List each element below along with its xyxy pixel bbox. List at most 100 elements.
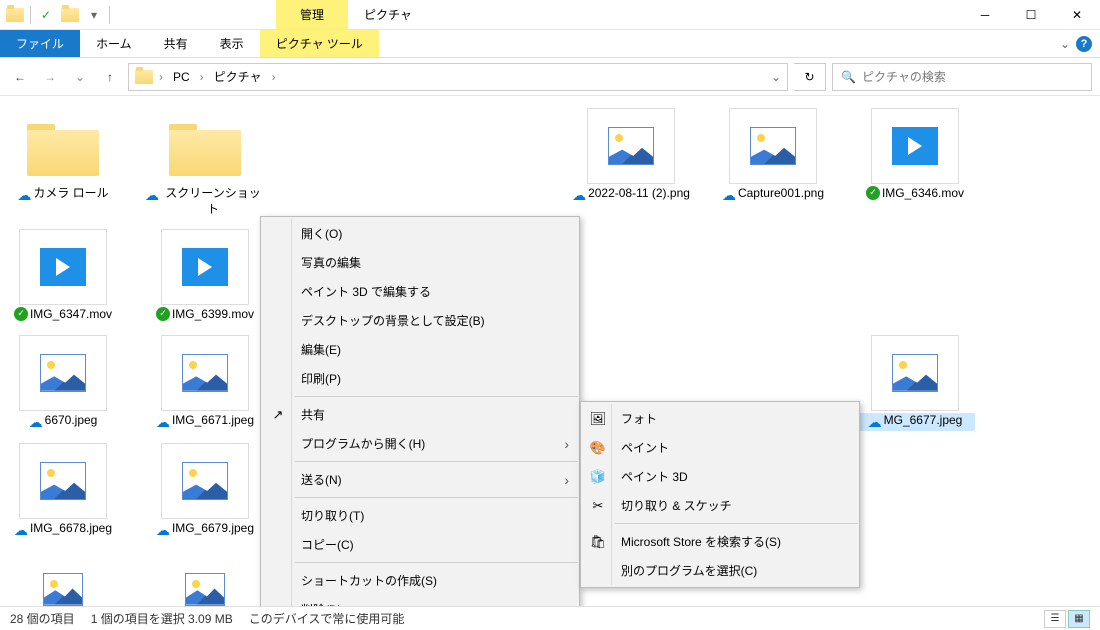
tab-view[interactable]: 表示 xyxy=(204,30,260,57)
file-label: ☁カメラ ロール xyxy=(3,186,123,204)
context-menu-item[interactable]: ペイント 3D で編集する xyxy=(261,277,579,306)
status-bar: 28 個の項目 1 個の項目を選択 3.09 MB このデバイスで常に使用可能 … xyxy=(0,606,1100,630)
store-icon: 🛍 xyxy=(589,533,607,551)
file-grid[interactable]: ☁カメラ ロール ☁スクリーンショット xx ☁2022-08-11 (2).p… xyxy=(0,96,1100,606)
ribbon-tabs: ファイル ホーム 共有 表示 ピクチャ ツール ⌄ ? xyxy=(0,30,1100,58)
context-menu-item[interactable]: 🛍 Microsoft Store を検索する(S) xyxy=(581,527,859,556)
context-menu-item[interactable]: コピー(C) xyxy=(261,530,579,559)
help-icon[interactable]: ? xyxy=(1076,36,1092,52)
cloud-status-icon: ☁ xyxy=(156,413,170,431)
context-menu-item[interactable]: 印刷(P) xyxy=(261,364,579,393)
file-item[interactable]: ☁6670.jpeg xyxy=(8,335,118,431)
file-item[interactable] xyxy=(150,551,260,606)
file-label: ☁IMG_6678.jpeg xyxy=(3,521,123,539)
file-item[interactable]: ☁IMG_6671.jpeg xyxy=(150,335,260,431)
file-label: ☁MG_6677.jpeg xyxy=(855,413,975,431)
menu-separator xyxy=(295,461,578,462)
file-item[interactable]: ✓IMG_6347.mov xyxy=(8,229,118,323)
file-item[interactable]: ☁2022-08-11 (2).png xyxy=(576,108,686,217)
menu-item-label: フォト xyxy=(621,410,657,427)
context-menu-item[interactable]: 🧊 ペイント 3D xyxy=(581,462,859,491)
context-menu-item[interactable]: 切り取り(T) xyxy=(261,501,579,530)
menu-separator xyxy=(295,562,578,563)
file-item[interactable] xyxy=(8,551,118,606)
file-item[interactable]: ☁Capture001.png xyxy=(718,108,828,217)
recent-locations-icon[interactable]: ⌄ xyxy=(68,65,92,89)
back-button[interactable]: ← xyxy=(8,65,32,89)
context-menu-item[interactable]: デスクトップの背景として設定(B) xyxy=(261,306,579,335)
breadcrumb-bar[interactable]: › PC › ピクチャ › ⌄ xyxy=(128,63,788,91)
context-menu-item[interactable]: 編集(E) xyxy=(261,335,579,364)
menu-separator xyxy=(615,523,858,524)
synced-status-icon: ✓ xyxy=(866,186,880,200)
file-item[interactable]: ☁IMG_6679.jpeg xyxy=(150,443,260,539)
tab-picture-tools[interactable]: ピクチャ ツール xyxy=(260,30,379,57)
menu-item-label: ショートカットの作成(S) xyxy=(301,572,437,589)
context-menu: 開く(O) 写真の編集 ペイント 3D で編集する デスクトップの背景として設定… xyxy=(260,216,580,606)
file-label: ☁スクリーンショット xyxy=(145,186,265,217)
menu-item-label: 別のプログラムを選択(C) xyxy=(621,562,757,579)
minimize-button[interactable]: ─ xyxy=(962,0,1008,29)
ribbon-collapse-icon[interactable]: ⌄ xyxy=(1060,37,1070,51)
menu-separator xyxy=(295,497,578,498)
file-item[interactable]: ☁スクリーンショット xyxy=(150,108,260,217)
tab-file[interactable]: ファイル xyxy=(0,30,80,57)
context-menu-item[interactable]: ↗ 共有 xyxy=(261,400,579,429)
chevron-right-icon[interactable]: › xyxy=(270,70,278,84)
open-with-submenu: 🖼 フォト 🎨 ペイント 🧊 ペイント 3D ✂ 切り取り & スケッチ 🛍 M… xyxy=(580,401,860,588)
menu-item-label: デスクトップの背景として設定(B) xyxy=(301,312,485,329)
context-menu-item[interactable]: 削除(D) xyxy=(261,595,579,606)
context-menu-item[interactable]: 開く(O) xyxy=(261,219,579,248)
menu-separator xyxy=(295,396,578,397)
forward-button[interactable]: → xyxy=(38,65,62,89)
paint-icon: 🎨 xyxy=(589,439,607,457)
refresh-button[interactable]: ↻ xyxy=(794,63,826,91)
file-label: ✓IMG_6346.mov xyxy=(855,186,975,202)
menu-item-label: ペイント 3D xyxy=(621,468,688,485)
menu-item-label: 編集(E) xyxy=(301,341,341,358)
context-menu-item[interactable]: 送る(N) xyxy=(261,465,579,494)
view-thumbnails-button[interactable]: ▦ xyxy=(1068,610,1090,628)
file-item[interactable]: ☁IMG_6678.jpeg xyxy=(8,443,118,539)
breadcrumb-pc[interactable]: PC xyxy=(169,70,194,84)
file-item[interactable]: ✓IMG_6399.mov xyxy=(150,229,260,323)
maximize-button[interactable]: ☐ xyxy=(1008,0,1054,29)
address-dropdown-icon[interactable]: ⌄ xyxy=(771,70,781,84)
context-menu-item[interactable]: プログラムから開く(H) xyxy=(261,429,579,458)
context-menu-item[interactable]: 🖼 フォト xyxy=(581,404,859,433)
chevron-right-icon[interactable]: › xyxy=(157,70,165,84)
breadcrumb-pictures[interactable]: ピクチャ xyxy=(210,68,266,85)
file-item[interactable]: ☁MG_6677.jpeg xyxy=(860,335,970,431)
menu-item-label: 写真の編集 xyxy=(301,254,361,271)
cloud-status-icon: ☁ xyxy=(17,186,31,204)
window-title: ピクチャ xyxy=(348,0,412,29)
up-button[interactable]: ↑ xyxy=(98,65,122,89)
context-menu-item[interactable]: 🎨 ペイント xyxy=(581,433,859,462)
qat-properties-icon[interactable]: ✓ xyxy=(35,4,57,26)
menu-item-label: ペイント xyxy=(621,439,669,456)
context-menu-item[interactable]: ショートカットの作成(S) xyxy=(261,566,579,595)
contextual-tab-manage: 管理 xyxy=(276,0,348,29)
context-menu-item[interactable]: 別のプログラムを選択(C) xyxy=(581,556,859,585)
context-menu-item[interactable]: 写真の編集 xyxy=(261,248,579,277)
context-menu-item[interactable]: ✂ 切り取り & スケッチ xyxy=(581,491,859,520)
file-item[interactable]: ☁カメラ ロール xyxy=(8,108,118,217)
cloud-status-icon: ☁ xyxy=(572,186,586,204)
menu-item-label: コピー(C) xyxy=(301,536,354,553)
view-details-button[interactable]: ☰ xyxy=(1044,610,1066,628)
qat-dropdown-icon[interactable]: ▾ xyxy=(83,4,105,26)
file-label: ☁IMG_6671.jpeg xyxy=(145,413,265,431)
status-availability: このデバイスで常に使用可能 xyxy=(249,610,405,627)
title-bar: ✓ ▾ 管理 ピクチャ ─ ☐ ✕ xyxy=(0,0,1100,30)
tab-home[interactable]: ホーム xyxy=(80,30,148,57)
search-box[interactable]: 🔍 ピクチャの検索 xyxy=(832,63,1092,91)
menu-item-label: ペイント 3D で編集する xyxy=(301,283,431,300)
file-label: ☁Capture001.png xyxy=(713,186,833,204)
paint3d-icon: 🧊 xyxy=(589,468,607,486)
file-item[interactable]: ✓IMG_6346.mov xyxy=(860,108,970,217)
explorer-icon xyxy=(4,4,26,26)
close-button[interactable]: ✕ xyxy=(1054,0,1100,29)
tab-share[interactable]: 共有 xyxy=(148,30,204,57)
qat-new-folder-icon[interactable] xyxy=(59,4,81,26)
chevron-right-icon[interactable]: › xyxy=(198,70,206,84)
